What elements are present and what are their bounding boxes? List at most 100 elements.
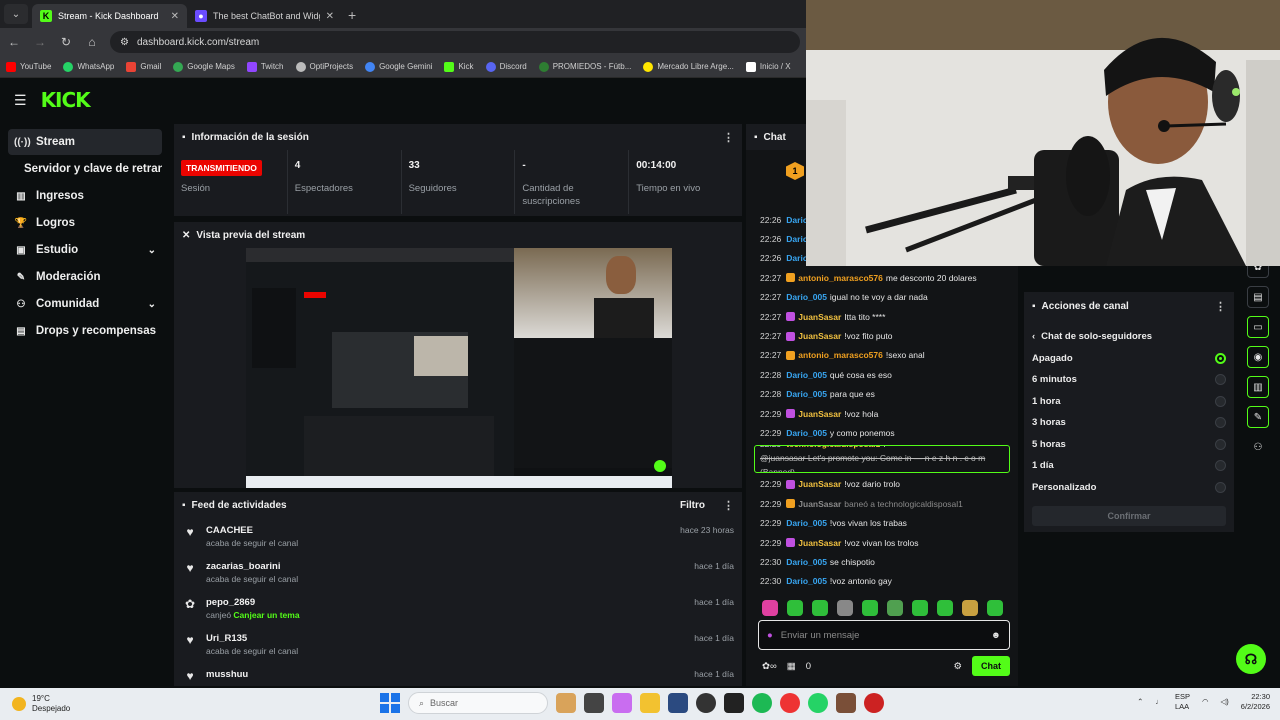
feed-username[interactable]: CAACHEE — [206, 525, 672, 536]
windows-start-icon[interactable] — [380, 693, 400, 713]
emote-icon[interactable] — [937, 600, 953, 616]
message-username[interactable]: Dario_005 — [786, 389, 827, 399]
message-username[interactable]: Dario_005 — [786, 576, 827, 586]
option-row[interactable]: Apagado — [1024, 348, 1234, 370]
message-username[interactable]: antonio_marasco576 — [798, 350, 883, 360]
emote-icon[interactable] — [912, 600, 928, 616]
forward-icon[interactable]: → — [32, 35, 48, 49]
message-username[interactable]: antonio_marasco576 — [798, 273, 883, 283]
chrome-icon[interactable] — [780, 693, 800, 713]
bookmark-youtube[interactable]: YouTube — [6, 61, 51, 72]
file-explorer-icon[interactable] — [640, 693, 660, 713]
epic-games-icon[interactable] — [724, 693, 744, 713]
message-username[interactable]: JuanSasar — [798, 499, 841, 509]
chat-message[interactable]: 22:29 Dario_005 !vos vivan los trabas — [746, 513, 1018, 532]
message-username[interactable]: Dario_005 — [786, 557, 827, 567]
message-username[interactable]: Dario_005 — [786, 292, 827, 302]
language-indicator[interactable]: ESP LAA — [1175, 692, 1190, 712]
task-view-icon[interactable] — [584, 693, 604, 713]
wifi-icon[interactable]: ◠ — [1202, 697, 1209, 707]
chat-message[interactable]: 22:28 Dario_005 para que es — [746, 385, 1018, 404]
radio-button[interactable] — [1215, 460, 1226, 472]
more-options-icon[interactable]: ⋮ — [723, 131, 734, 144]
weather-widget[interactable]: 19°C Despejado — [0, 694, 200, 714]
radio-button[interactable] — [1215, 395, 1226, 407]
chat-message[interactable]: 22:28 Dario_005 qué cosa es eso — [746, 365, 1018, 384]
more-options-icon[interactable]: ⋮ — [723, 499, 734, 512]
chat-message-input[interactable]: ● Enviar un mensaje ☻ — [758, 620, 1010, 650]
back-icon[interactable]: ← — [6, 35, 22, 49]
message-username[interactable]: JuanSasar — [798, 331, 841, 341]
sidebar-item-ingresos[interactable]: ▥ Ingresos — [8, 183, 162, 209]
feed-username[interactable]: zacarias_boarini — [206, 561, 686, 572]
emote-icon[interactable] — [837, 600, 853, 616]
bookmark-optiprojects[interactable]: OptiProjects — [295, 61, 353, 72]
chat-message[interactable]: 22:29 JuanSasar !voz dario trolo — [746, 475, 1018, 494]
pinned-count-badge[interactable]: 1 — [786, 162, 804, 180]
more-options-icon[interactable]: ⋮ — [1215, 300, 1226, 313]
chat-message[interactable]: 22:27 antonio_marasco576 !sexo anal — [746, 346, 1018, 365]
taskbar-search[interactable]: ⌕ Buscar — [408, 692, 548, 714]
chat-message[interactable]: 22:30 Dario_005 se chispotio — [746, 552, 1018, 571]
volume-icon[interactable]: ◁) — [1221, 697, 1229, 707]
sidebar-item-logros[interactable]: 🏆 Logros — [8, 210, 162, 236]
message-username[interactable]: Dario_005 — [786, 518, 827, 528]
radio-button[interactable] — [1215, 417, 1226, 429]
sidebar-item-stream-key[interactable]: Servidor y clave de retransmisión — [8, 156, 162, 182]
copilot-icon[interactable] — [612, 693, 632, 713]
new-tab-button[interactable]: + — [348, 7, 356, 23]
tab-kick-dashboard[interactable]: K Stream - Kick Dashboard ✕ — [32, 4, 187, 28]
help-support-button[interactable]: ☊ — [1236, 644, 1266, 674]
bookmark-google-gemini[interactable]: Google Gemini — [365, 61, 432, 72]
bing-chat-icon[interactable] — [556, 693, 576, 713]
message-username[interactable]: technologicaldisposal1 — [786, 446, 880, 451]
option-row[interactable]: 6 minutos — [1024, 369, 1234, 391]
url-field[interactable]: ⚙ dashboard.kick.com/stream — [110, 31, 800, 53]
bookmark-twitch[interactable]: Twitch — [246, 61, 284, 72]
message-username[interactable]: JuanSasar — [798, 312, 841, 322]
site-info-icon[interactable]: ⚙ — [120, 37, 129, 48]
option-row[interactable]: 3 horas — [1024, 412, 1234, 434]
emote-icon[interactable] — [987, 600, 1003, 616]
close-tab-icon[interactable]: ✕ — [171, 11, 179, 22]
emote-icon[interactable] — [862, 600, 878, 616]
feed-username[interactable]: musshuu — [206, 669, 686, 680]
rail-page-icon[interactable]: ▤ — [1247, 286, 1269, 308]
back-to-actions[interactable]: ‹ Chat de solo-seguidores — [1024, 326, 1234, 348]
mic-icon[interactable]: ♩ — [1155, 697, 1163, 707]
tray-chevron-icon[interactable]: ⌃ — [1137, 697, 1143, 707]
sidebar-item-estudio[interactable]: ▣ Estudio ⌄ — [8, 237, 162, 263]
emote-icon[interactable] — [812, 600, 828, 616]
close-tab-icon[interactable]: ✕ — [326, 11, 334, 22]
sidebar-item-drops[interactable]: ▤ Drops y recompensas — [8, 318, 162, 344]
message-username[interactable]: JuanSasar — [798, 479, 841, 489]
filter-button[interactable]: Filtro — [680, 500, 705, 511]
chat-message[interactable]: 22:29 JuanSasar !voz hola — [746, 404, 1018, 423]
message-username[interactable]: JuanSasar — [798, 538, 841, 548]
emote-icon[interactable] — [787, 600, 803, 616]
settings-icon[interactable]: ⚙ — [953, 661, 962, 672]
chat-message[interactable]: 22:27 JuanSasar !voz fito puto — [746, 326, 1018, 345]
chat-message[interactable]: 22:29 technologicaldisposal1: @juansasar L… — [754, 444, 1010, 473]
chat-message[interactable]: 22:30 Dario_005 !voz antonio gay — [746, 572, 1018, 591]
radio-button[interactable] — [1215, 352, 1226, 364]
message-username[interactable]: Dario_005 — [786, 370, 827, 380]
emote-icon[interactable] — [887, 600, 903, 616]
tab-chatbot-widgets[interactable]: ● The best ChatBot and Widgets ✕ — [187, 4, 342, 28]
sidebar-item-stream[interactable]: ((·)) Stream — [8, 129, 162, 155]
rail-wrench-icon[interactable]: ✎ — [1247, 406, 1269, 428]
photo-app-icon[interactable] — [836, 693, 856, 713]
sidebar-item-moderacion[interactable]: ✎ Moderación — [8, 264, 162, 290]
rail-broadcast-icon[interactable]: ◉ — [1247, 346, 1269, 368]
store-icon[interactable] — [668, 693, 688, 713]
rail-chat-icon[interactable]: ▭ — [1247, 316, 1269, 338]
chat-message[interactable]: 22:27 JuanSasar Itta tito **** — [746, 307, 1018, 326]
bookmark-x[interactable]: Inicio / X — [745, 61, 791, 72]
emote-icon[interactable] — [762, 600, 778, 616]
tab-search-button[interactable]: ⌄ — [4, 4, 28, 24]
option-row[interactable]: Personalizado — [1024, 477, 1234, 499]
rail-layout-icon[interactable]: ▥ — [1247, 376, 1269, 398]
bookmark-mercado-libre[interactable]: Mercado Libre Arge... — [643, 61, 734, 72]
confirm-button[interactable]: Confirmar — [1032, 506, 1226, 526]
spotify-icon[interactable] — [752, 693, 772, 713]
